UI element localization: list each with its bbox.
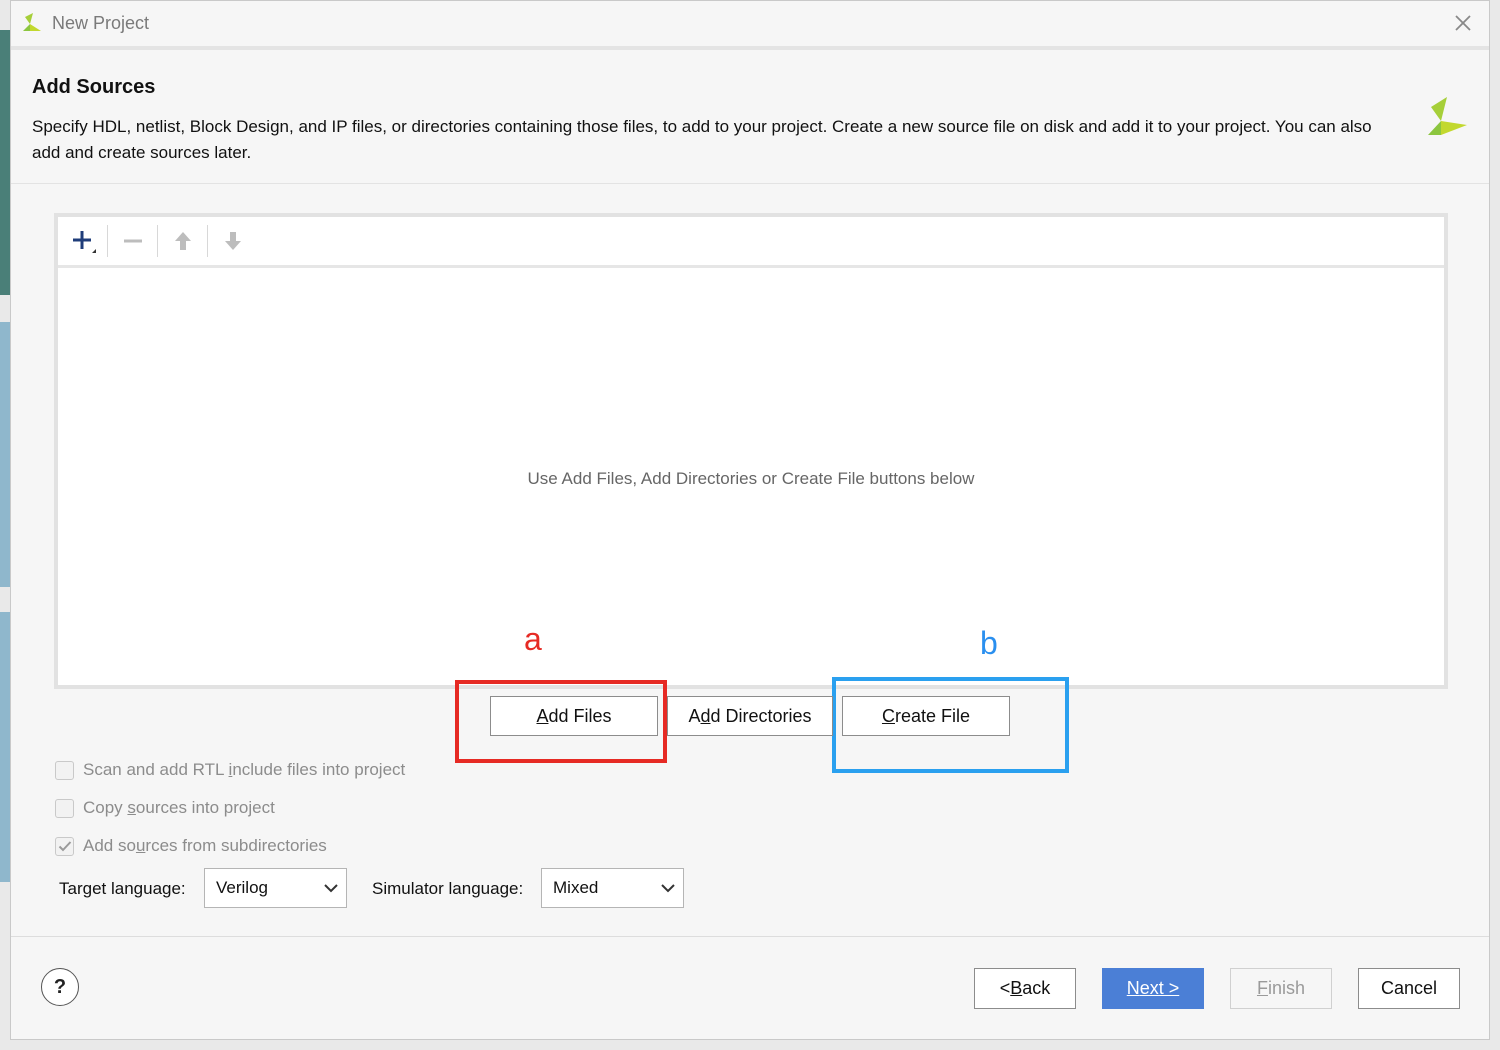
chevron-down-icon	[653, 883, 683, 893]
window-title: New Project	[52, 13, 150, 33]
add-subdirs-option[interactable]: Add sources from subdirectories	[55, 834, 327, 858]
sources-panel: Use Add Files, Add Directories or Create…	[54, 213, 1448, 689]
title-bar: New Project	[11, 1, 1489, 46]
copy-sources-option[interactable]: Copy sources into project	[55, 796, 275, 820]
annotation-label-a: a	[524, 621, 542, 657]
new-project-dialog: New Project Add Sources Specify HDL, net…	[10, 0, 1490, 1040]
scan-rtl-option[interactable]: Scan and add RTL include files into proj…	[55, 758, 405, 782]
chevron-down-icon	[316, 883, 346, 893]
scan-rtl-label: Scan and add RTL include files into proj…	[83, 760, 406, 779]
target-language-label: Target language:	[59, 879, 186, 898]
toolbar-separator	[107, 225, 108, 257]
toolbar-separator	[157, 225, 158, 257]
page-title: Add Sources	[32, 76, 156, 98]
empty-list-hint: Use Add Files, Add Directories or Create…	[527, 469, 975, 488]
annotation-label-b: b	[980, 625, 998, 661]
simulator-language-select[interactable]: Mixed	[541, 868, 684, 908]
scan-rtl-checkbox[interactable]	[55, 760, 74, 780]
target-language-select[interactable]: Verilog	[204, 868, 347, 908]
close-icon[interactable]	[1451, 11, 1475, 35]
page-description: Specify HDL, netlist, Block Design, and …	[32, 117, 1372, 162]
simulator-language-label: Simulator language:	[372, 879, 524, 898]
minus-icon[interactable]	[113, 223, 153, 259]
xilinx-logo-icon	[1425, 95, 1469, 139]
next-button[interactable]: Next >	[1102, 968, 1204, 1009]
header-separator	[11, 183, 1489, 184]
xilinx-logo-icon	[21, 11, 43, 33]
add-subdirs-label: Add sources from subdirectories	[83, 836, 327, 855]
footer-separator	[11, 936, 1489, 937]
cancel-button[interactable]: Cancel	[1358, 968, 1460, 1009]
back-button[interactable]: < Back	[974, 968, 1076, 1009]
add-subdirs-checkbox[interactable]	[55, 836, 74, 856]
copy-sources-label: Copy sources into project	[83, 798, 275, 817]
arrow-up-icon[interactable]	[163, 223, 203, 259]
arrow-down-icon[interactable]	[213, 223, 253, 259]
create-file-button[interactable]: Create File	[842, 696, 1010, 736]
title-separator	[11, 46, 1489, 50]
copy-sources-checkbox[interactable]	[55, 798, 74, 818]
finish-button[interactable]: Finish	[1230, 968, 1332, 1009]
sources-toolbar	[58, 217, 1444, 268]
checkmark-icon	[58, 841, 71, 852]
add-directories-button[interactable]: Add Directories	[667, 696, 833, 736]
toolbar-separator	[207, 225, 208, 257]
help-button[interactable]: ?	[41, 968, 79, 1006]
add-files-button[interactable]: Add Files	[490, 696, 658, 736]
plus-icon[interactable]	[63, 223, 103, 259]
